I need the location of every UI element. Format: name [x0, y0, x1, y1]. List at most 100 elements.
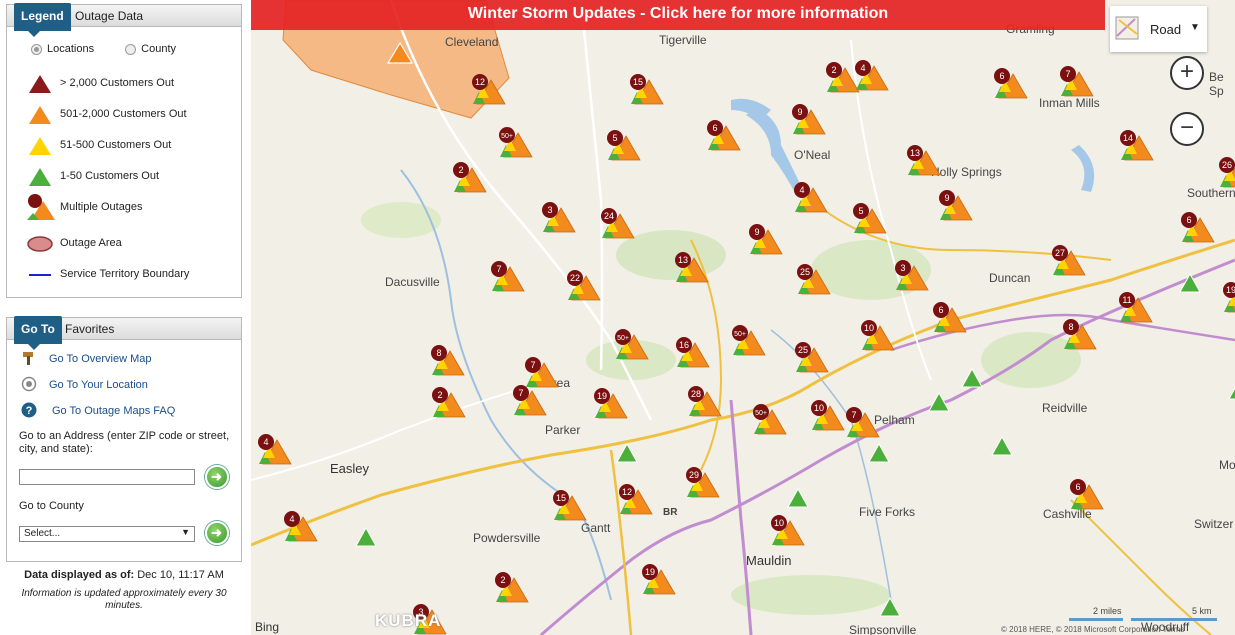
outage-marker[interactable]: 4	[255, 432, 295, 466]
outage-marker[interactable]: 25	[792, 340, 832, 374]
zoom-in-button[interactable]: +	[1170, 56, 1204, 90]
green-triangle-marker[interactable]	[787, 488, 809, 508]
county-select[interactable]: Select... ▼	[19, 526, 195, 542]
outage-marker[interactable]: 9	[789, 102, 829, 136]
outage-count-label: 6	[938, 305, 943, 315]
goto-location-label: Go To Your Location	[49, 379, 148, 391]
county-radio[interactable]	[125, 43, 137, 55]
green-triangle-marker[interactable]	[868, 443, 890, 463]
outage-marker[interactable]: 24	[598, 206, 638, 240]
legend-label: 1-50 Customers Out	[60, 170, 160, 182]
outage-marker[interactable]: 28	[685, 384, 725, 418]
outage-marker[interactable]: 6	[1178, 210, 1218, 244]
goto-faq-link[interactable]: ? Go To Outage Maps FAQ	[21, 402, 241, 420]
goto-panel-header: Go To Favorites	[7, 316, 241, 350]
outage-marker[interactable]: 26	[1216, 155, 1235, 189]
address-go-button[interactable]	[205, 465, 229, 489]
legend-item-boundary: Service Territory Boundary	[27, 264, 237, 284]
outage-count-label: 24	[604, 211, 614, 221]
place-label: Easley	[330, 461, 370, 476]
outage-count-label: 19	[645, 567, 655, 577]
outage-marker[interactable]: 8	[1060, 317, 1100, 351]
goto-overview-link[interactable]: Go To Overview Map	[21, 350, 241, 368]
outage-marker[interactable]: 5	[604, 128, 644, 162]
outage-marker[interactable]: 27	[1049, 243, 1089, 277]
outage-marker[interactable]: 15	[627, 72, 667, 106]
green-triangle-marker[interactable]	[1228, 380, 1235, 400]
outage-map[interactable]: Cleveland Tigerville Gramling Inman Mill…	[251, 0, 1235, 635]
outage-marker[interactable]: 50+	[729, 323, 769, 357]
outage-marker[interactable]: 50+	[612, 327, 652, 361]
storm-banner[interactable]: Winter Storm Updates - Click here for mo…	[251, 0, 1105, 30]
outage-marker[interactable]: 12	[469, 72, 509, 106]
tab-favorites[interactable]: Favorites	[65, 322, 114, 336]
outage-marker[interactable]: 7	[510, 383, 550, 417]
outage-marker[interactable]: 25	[794, 262, 834, 296]
locations-radio[interactable]	[31, 43, 42, 55]
outage-count-label: 9	[754, 227, 759, 237]
outage-marker[interactable]: 19	[591, 386, 631, 420]
county-go-button[interactable]	[205, 521, 229, 545]
outage-marker[interactable]: 13	[904, 143, 944, 177]
address-input[interactable]	[19, 469, 195, 485]
outage-marker[interactable]: 2	[492, 570, 532, 604]
legend-item-51-500: 51-500 Customers Out	[27, 135, 237, 155]
outage-marker[interactable]: 4	[852, 58, 892, 92]
outage-marker[interactable]: 13	[672, 250, 712, 284]
zoom-out-button[interactable]: −	[1170, 112, 1204, 146]
outage-marker[interactable]: 22	[564, 268, 604, 302]
outage-marker[interactable]: 7	[488, 259, 528, 293]
outage-marker[interactable]: 50+	[750, 402, 790, 436]
outage-marker[interactable]: 3	[892, 258, 932, 292]
green-triangle-marker[interactable]	[991, 436, 1013, 456]
outage-marker[interactable]: 11	[1116, 290, 1156, 324]
outage-count-label: 3	[547, 205, 552, 215]
outage-count-label: 4	[289, 514, 294, 524]
data-timestamp-label: Data displayed as of:	[24, 569, 135, 581]
outage-marker[interactable]: 9	[936, 188, 976, 222]
outage-marker[interactable]: 6	[704, 118, 744, 152]
outage-marker[interactable]: 2	[450, 160, 490, 194]
outage-marker[interactable]: 10	[768, 513, 808, 547]
outage-marker[interactable]: 15	[550, 488, 590, 522]
green-triangle-marker[interactable]	[355, 527, 377, 547]
outage-marker[interactable]: 8	[428, 343, 468, 377]
outage-marker[interactable]: 10	[808, 398, 848, 432]
outage-marker[interactable]: 19	[1220, 280, 1235, 314]
outage-count-label: 13	[910, 148, 920, 158]
tab-outage-data[interactable]: Outage Data	[75, 9, 143, 23]
outage-marker[interactable]: 29	[683, 465, 723, 499]
locations-option[interactable]: Locations	[31, 43, 94, 55]
green-triangle-marker[interactable]	[961, 368, 983, 388]
legend-label: Multiple Outages	[60, 201, 143, 213]
green-triangle-marker[interactable]	[928, 392, 950, 412]
outage-count-label: 15	[556, 493, 566, 503]
outage-marker[interactable]: 4	[281, 509, 321, 543]
outage-marker[interactable]: 50+	[496, 125, 536, 159]
outage-marker[interactable]: 10	[858, 318, 898, 352]
outage-marker[interactable]: 19	[639, 562, 679, 596]
outage-marker[interactable]: 6	[1067, 477, 1107, 511]
map-style-selector[interactable]: Road ▼	[1110, 6, 1207, 52]
orange-triangle-marker[interactable]	[387, 42, 413, 64]
green-triangle-marker[interactable]	[879, 597, 901, 617]
outage-marker[interactable]: 6	[930, 300, 970, 334]
county-option[interactable]: County	[125, 43, 176, 55]
green-triangle-marker[interactable]	[1179, 273, 1201, 293]
outage-marker[interactable]: 7	[843, 405, 883, 439]
goto-location-link[interactable]: Go To Your Location	[21, 376, 241, 394]
outage-marker[interactable]: 14	[1117, 128, 1157, 162]
outage-marker[interactable]: 2	[429, 385, 469, 419]
outage-marker[interactable]: 6	[991, 66, 1031, 100]
outage-marker[interactable]: 9	[746, 222, 786, 256]
place-label: Simpsonville	[849, 623, 917, 635]
outage-marker[interactable]: 3	[539, 200, 579, 234]
outage-marker[interactable]: 7	[1057, 64, 1097, 98]
tab-legend[interactable]: Legend	[14, 3, 71, 37]
outage-marker[interactable]: 4	[791, 180, 831, 214]
tab-goto[interactable]: Go To	[14, 316, 62, 350]
outage-marker[interactable]: 12	[616, 482, 656, 516]
green-triangle-marker[interactable]	[616, 443, 638, 463]
outage-marker[interactable]: 16	[673, 335, 713, 369]
outage-marker[interactable]: 5	[850, 201, 890, 235]
